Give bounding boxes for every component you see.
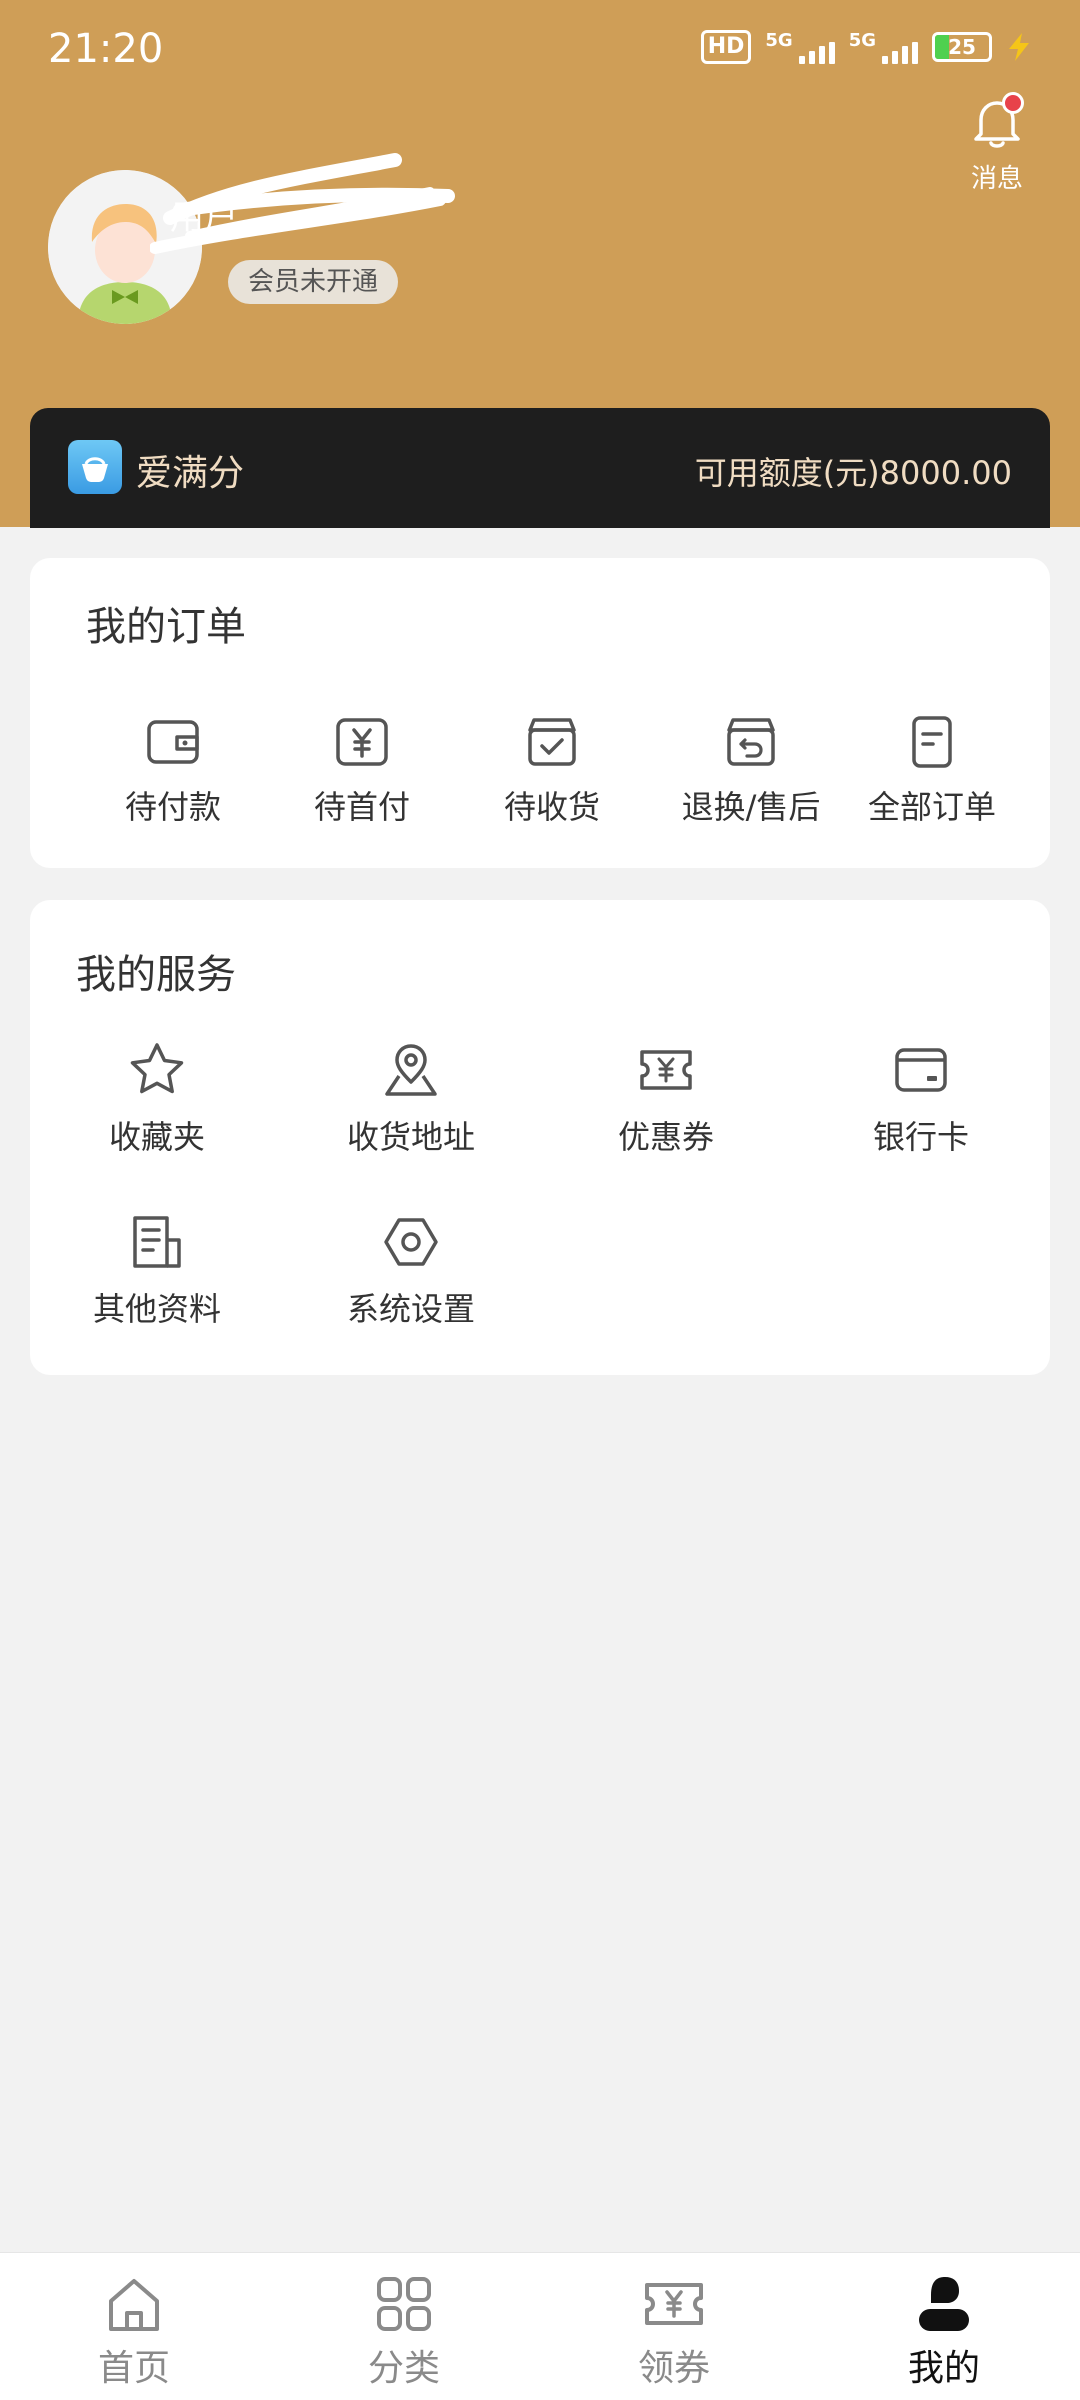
battery-level: 25 (948, 35, 976, 59)
signal-type-label: 5G (848, 30, 876, 51)
order-item-label: 退换/售后 (681, 788, 821, 826)
service-item-label: 银行卡 (872, 1118, 969, 1156)
order-pending-downpayment[interactable]: 待首付 (267, 710, 457, 828)
tab-home[interactable]: 首页 (34, 2271, 234, 2391)
yuan-icon (336, 718, 388, 766)
order-pending-receipt[interactable]: 待收货 (457, 710, 647, 828)
coupon-icon (645, 2283, 703, 2325)
credit-logo-icon (68, 440, 122, 494)
profile-header: 21:20 HD 5G 5G 25 消息 用户 会员未开通 爱满分 可用额度(元… (0, 0, 1080, 528)
order-item-label: 待付款 (124, 788, 221, 826)
file-icon (133, 1216, 181, 1268)
service-bank-card[interactable]: 银行卡 (821, 1038, 1021, 1158)
notification-dot (1002, 92, 1024, 114)
category-icon (377, 2277, 431, 2331)
wallet-icon (147, 720, 199, 764)
services-card: 我的服务 收藏夹 收货地址 优惠券 银行卡 其他资料 系统设置 (30, 900, 1050, 1375)
star-icon (130, 1043, 184, 1094)
status-icons: HD 5G 5G 25 (700, 30, 1032, 64)
service-item-label: 其他资料 (92, 1290, 221, 1328)
user-icon (919, 2277, 969, 2331)
messages-button[interactable]: 消息 (952, 92, 1042, 195)
return-box-icon (727, 718, 775, 766)
service-item-label: 收藏夹 (108, 1118, 205, 1156)
signal-strength-icon: 5G (849, 30, 918, 64)
orders-card: 我的订单 待付款 待首付 待收货 退换/售后 全部订单 (30, 558, 1050, 868)
status-bar: 21:20 HD 5G 5G 25 (0, 0, 1080, 100)
tab-coupons[interactable]: 领券 (574, 2271, 774, 2391)
order-pending-payment[interactable]: 待付款 (78, 710, 268, 828)
messages-label: 消息 (970, 164, 1023, 194)
signal-type-label: 5G (765, 30, 793, 51)
bank-card-icon (895, 1048, 947, 1092)
service-coupons[interactable]: 优惠券 (566, 1038, 766, 1158)
service-settings[interactable]: 系统设置 (311, 1210, 511, 1330)
bottom-tab-bar: 首页 分类 领券 我的 (0, 2252, 1080, 2400)
service-item-label: 系统设置 (346, 1290, 475, 1328)
order-item-label: 待首付 (313, 788, 410, 826)
order-item-label: 待收货 (503, 788, 600, 826)
profile-page: 21:20 HD 5G 5G 25 消息 用户 会员未开通 爱满分 可用额度(元… (0, 0, 1080, 2400)
tab-label: 分类 (367, 2348, 440, 2389)
service-favorites[interactable]: 收藏夹 (57, 1038, 257, 1158)
coupon-icon (640, 1050, 692, 1090)
settings-icon (384, 1218, 438, 1266)
tab-label: 首页 (97, 2348, 170, 2389)
service-item-label: 优惠券 (617, 1118, 714, 1156)
home-icon (109, 2279, 159, 2331)
member-status-badge[interactable]: 会员未开通 (228, 260, 399, 304)
tab-label: 领券 (637, 2348, 710, 2389)
available-credit: 可用额度(元)8000.00 (694, 454, 1012, 492)
credit-product-name: 爱满分 (136, 453, 245, 494)
tab-category[interactable]: 分类 (304, 2271, 504, 2391)
hd-badge: HD (700, 30, 752, 64)
services-title: 我的服务 (76, 952, 236, 998)
orders-title: 我的订单 (86, 604, 246, 650)
service-other-info[interactable]: 其他资料 (57, 1210, 257, 1330)
document-icon (912, 716, 952, 768)
order-returns-aftersale[interactable]: 退换/售后 (656, 710, 846, 828)
signal-strength-icon: 5G (765, 30, 835, 64)
credit-card-banner[interactable]: 爱满分 可用额度(元)8000.00 (30, 408, 1050, 528)
service-item-label: 收货地址 (346, 1118, 475, 1156)
tab-mine[interactable]: 我的 (844, 2271, 1044, 2391)
location-icon (385, 1044, 437, 1096)
status-time: 21:20 (48, 26, 164, 72)
service-address[interactable]: 收货地址 (311, 1038, 511, 1158)
redaction-scribble (150, 153, 455, 254)
order-all[interactable]: 全部订单 (837, 710, 1027, 828)
tab-label: 我的 (907, 2348, 980, 2389)
battery-icon: 25 (932, 32, 992, 62)
charging-icon (1009, 33, 1029, 61)
order-item-label: 全部订单 (867, 788, 996, 826)
receive-box-icon (528, 718, 576, 766)
